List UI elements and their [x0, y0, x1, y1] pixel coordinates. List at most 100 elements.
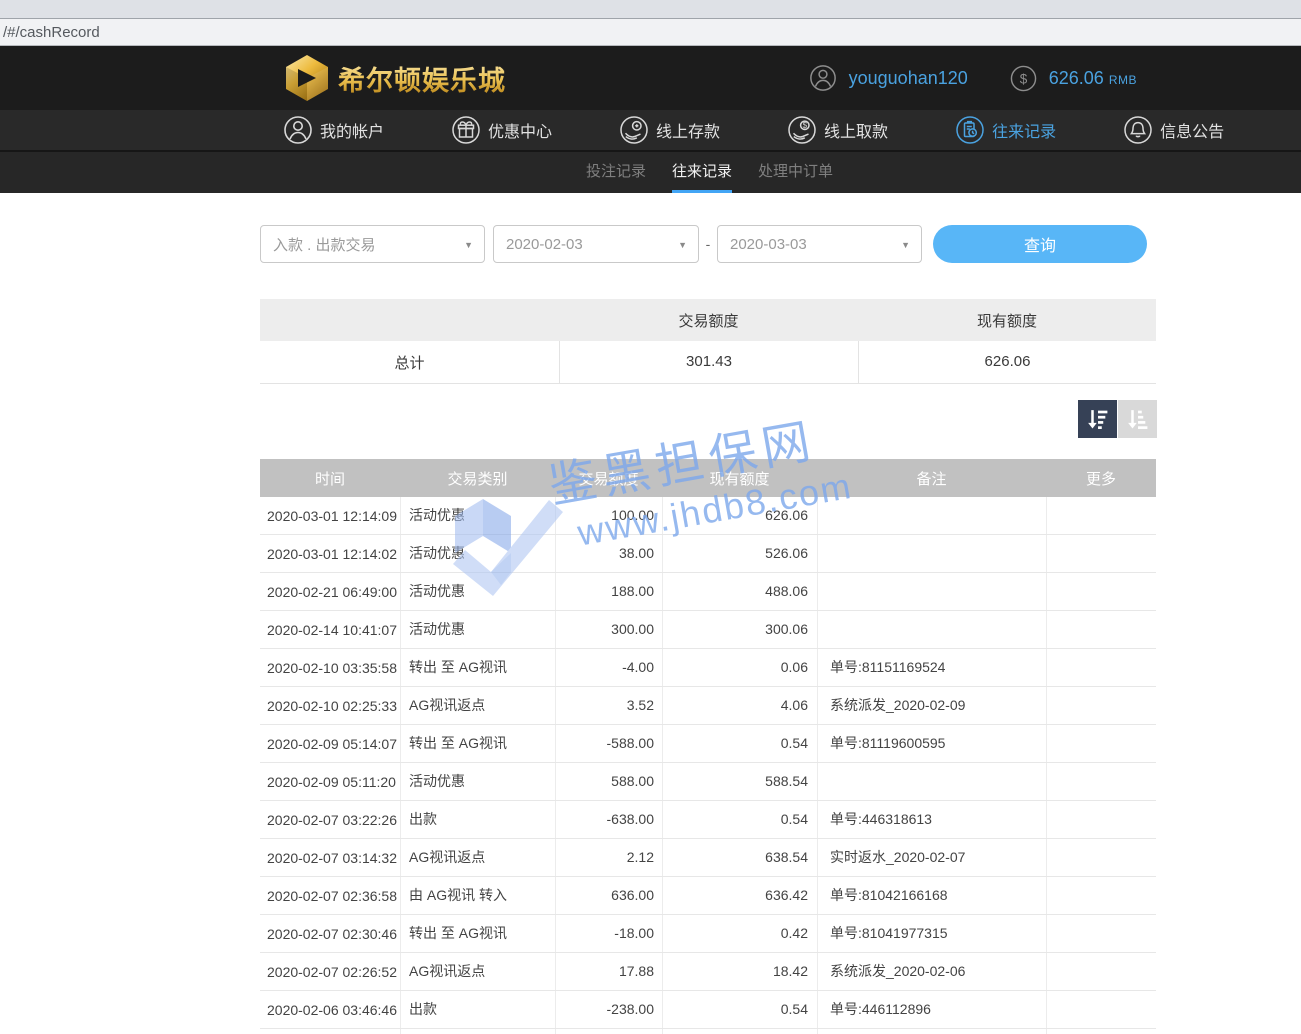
table-row[interactable]: 2020-02-07 02:26:52 AG视讯返点 17.88 18.42 系… [260, 953, 1156, 991]
cell-balance: 4.06 [662, 687, 817, 724]
account-info[interactable]: youguohan120 [809, 64, 968, 92]
cell-amount: 300.00 [555, 611, 662, 648]
sub-nav: 投注记录 往来记录 处理中订单 [0, 152, 1301, 193]
transactions-body: 2020-03-01 12:14:09 活动优惠 100.00 626.06 2… [260, 497, 1156, 1034]
browser-tab-strip [0, 0, 1301, 19]
cell-remark: 系统派发_2020-02-06 [817, 953, 1046, 990]
table-row[interactable]: 2020-02-09 05:11:20 活动优惠 588.00 588.54 [260, 763, 1156, 801]
summary-total-row: 总计 301.43 626.06 [260, 341, 1156, 384]
cell-time: 2020-02-21 06:49:00 [260, 584, 400, 600]
header-time: 时间 [260, 468, 400, 489]
svg-text:$: $ [803, 121, 808, 130]
records-icon [955, 115, 985, 145]
table-row[interactable] [260, 1029, 1156, 1034]
cell-remark: 单号:81041977315 [817, 915, 1046, 952]
cell-more [1046, 877, 1156, 914]
transactions-header-row: 时间 交易类别 交易额度 现有额度 备注 更多 [260, 459, 1156, 497]
cell-remark: 单号:446112896 [817, 991, 1046, 1028]
cell-balance: 636.42 [662, 877, 817, 914]
gift-icon [451, 115, 481, 145]
table-row[interactable]: 2020-03-01 12:14:09 活动优惠 100.00 626.06 [260, 497, 1156, 535]
date-from-value: 2020-02-03 [506, 236, 583, 253]
table-row[interactable]: 2020-02-07 03:14:32 AG视讯返点 2.12 638.54 实… [260, 839, 1156, 877]
cell-more [1046, 991, 1156, 1028]
nav-label: 线上存款 [656, 118, 720, 142]
cell-type: 活动优惠 [400, 573, 555, 610]
summary-total-label: 总计 [260, 352, 559, 373]
table-row[interactable]: 2020-02-07 03:22:26 出款 -638.00 0.54 单号:4… [260, 801, 1156, 839]
dollar-icon: $ [1010, 65, 1037, 92]
transaction-type-select[interactable]: 入款 . 出款交易 ▼ [260, 225, 485, 263]
summary-current-total: 626.06 [858, 341, 1156, 383]
cell-time: 2020-02-14 10:41:07 [260, 622, 400, 638]
sort-descending-icon [1085, 407, 1110, 432]
nav-label: 优惠中心 [488, 118, 552, 142]
cell-type: 转出 至 AG视讯 [400, 725, 555, 762]
cell-more [1046, 915, 1156, 952]
filter-bar: 入款 . 出款交易 ▼ 2020-02-03 ▼ - 2020-03-03 ▼ … [260, 225, 1147, 263]
table-row[interactable]: 2020-02-10 03:35:58 转出 至 AG视讯 -4.00 0.06… [260, 649, 1156, 687]
header-remark: 备注 [817, 468, 1046, 489]
cell-time: 2020-02-06 03:46:46 [260, 1002, 400, 1018]
cell-remark [817, 611, 1046, 648]
site-logo[interactable]: 希尔顿娱乐城 [284, 54, 506, 102]
header-more: 更多 [1046, 468, 1156, 489]
cell-remark: 单号:81151169524 [817, 649, 1046, 686]
tab-betting-records[interactable]: 投注记录 [586, 152, 646, 190]
cell-more [1046, 649, 1156, 686]
cell-more [1046, 611, 1156, 648]
balance-currency: RMB [1109, 73, 1137, 87]
header-amount: 交易额度 [555, 468, 662, 489]
cell-time: 2020-03-01 12:14:02 [260, 546, 400, 562]
sort-ascending-button[interactable] [1118, 400, 1157, 438]
nav-item-my-account[interactable]: 我的帐户 [283, 115, 384, 145]
tab-processing-orders[interactable]: 处理中订单 [758, 152, 833, 190]
cell-type: AG视讯返点 [400, 687, 555, 724]
cell-type: 活动优惠 [400, 611, 555, 648]
cell-type: AG视讯返点 [400, 839, 555, 876]
table-row[interactable]: 2020-02-09 05:14:07 转出 至 AG视讯 -588.00 0.… [260, 725, 1156, 763]
browser-address-bar[interactable]: /#/cashRecord [0, 19, 1301, 46]
cell-remark: 单号:81042166168 [817, 877, 1046, 914]
nav-item-announcements[interactable]: 信息公告 [1123, 115, 1224, 145]
cell-balance: 0.54 [662, 991, 817, 1028]
table-row[interactable]: 2020-02-21 06:49:00 活动优惠 188.00 488.06 [260, 573, 1156, 611]
username[interactable]: youguohan120 [849, 68, 968, 89]
nav-label: 往来记录 [992, 118, 1056, 142]
cell-time: 2020-02-07 02:30:46 [260, 926, 400, 942]
cell-amount [555, 1029, 662, 1034]
cell-remark [817, 763, 1046, 800]
sort-descending-button[interactable] [1078, 400, 1117, 438]
svg-text:$: $ [1020, 71, 1028, 86]
main-nav: 我的帐户 优惠中心 线上存款 [0, 110, 1301, 152]
balance-info[interactable]: $ 626.06RMB [1010, 65, 1137, 92]
transaction-type-value: 入款 . 出款交易 [273, 234, 376, 255]
cell-remark: 系统派发_2020-02-09 [817, 687, 1046, 724]
cell-amount: -4.00 [555, 649, 662, 686]
nav-item-promotions[interactable]: 优惠中心 [451, 115, 552, 145]
cell-type: 由 AG视讯 转入 [400, 877, 555, 914]
table-row[interactable]: 2020-02-14 10:41:07 活动优惠 300.00 300.06 [260, 611, 1156, 649]
nav-item-withdraw[interactable]: $ 线上取款 [787, 115, 888, 145]
cell-type: 出款 [400, 991, 555, 1028]
cell-remark: 单号:446318613 [817, 801, 1046, 838]
nav-item-cash-records[interactable]: 往来记录 [955, 115, 1056, 145]
cell-more [1046, 725, 1156, 762]
cell-type: 活动优惠 [400, 535, 555, 572]
date-from-select[interactable]: 2020-02-03 ▼ [493, 225, 699, 263]
table-row[interactable]: 2020-02-06 03:46:46 出款 -238.00 0.54 单号:4… [260, 991, 1156, 1029]
address-url[interactable]: /#/cashRecord [0, 24, 100, 41]
table-row[interactable]: 2020-02-07 02:36:58 由 AG视讯 转入 636.00 636… [260, 877, 1156, 915]
date-to-select[interactable]: 2020-03-03 ▼ [717, 225, 922, 263]
table-row[interactable]: 2020-02-07 02:30:46 转出 至 AG视讯 -18.00 0.4… [260, 915, 1156, 953]
cell-balance: 0.42 [662, 915, 817, 952]
cell-more [1046, 801, 1156, 838]
cell-time: 2020-02-07 03:14:32 [260, 850, 400, 866]
search-button[interactable]: 查询 [933, 225, 1147, 263]
cell-remark: 实时返水_2020-02-07 [817, 839, 1046, 876]
tab-cash-records[interactable]: 往来记录 [672, 152, 732, 193]
table-row[interactable]: 2020-02-10 02:25:33 AG视讯返点 3.52 4.06 系统派… [260, 687, 1156, 725]
nav-item-deposit[interactable]: 线上存款 [619, 115, 720, 145]
cell-balance: 626.06 [662, 497, 817, 534]
table-row[interactable]: 2020-03-01 12:14:02 活动优惠 38.00 526.06 [260, 535, 1156, 573]
